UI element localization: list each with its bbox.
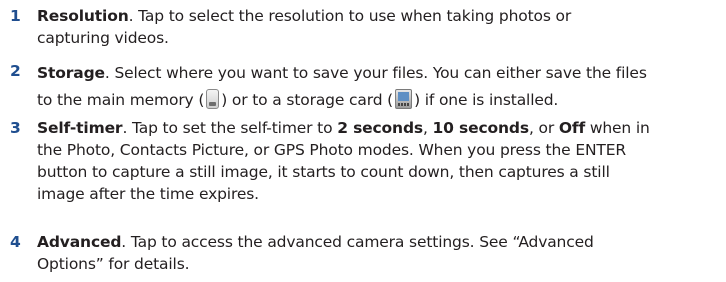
option-2-seconds: 2 seconds [337,119,423,137]
storage-card-icon [395,89,413,109]
item-body: Storage. Select where you want to save y… [37,64,647,109]
item-title: Resolution [37,7,129,25]
item-title: Advanced [37,233,122,251]
item-title: Storage [37,64,105,82]
item-number: 4 [10,233,21,251]
item-body: Resolution. Tap to select the resolution… [37,7,572,47]
option-off: Off [558,119,586,137]
item-number: 1 [10,7,21,25]
item-body: Self-timer. Tap to set the self-timer to… [37,119,650,203]
item-title: Self-timer [37,119,123,137]
item-number: 2 [10,62,21,80]
item-number: 3 [10,119,21,137]
phone-memory-icon [206,89,220,109]
item-body: Advanced. Tap to access the advanced cam… [37,233,594,273]
settings-list: 1 Resolution. Tap to select the resoluti… [0,0,726,282]
option-10-seconds: 10 seconds [432,119,530,137]
